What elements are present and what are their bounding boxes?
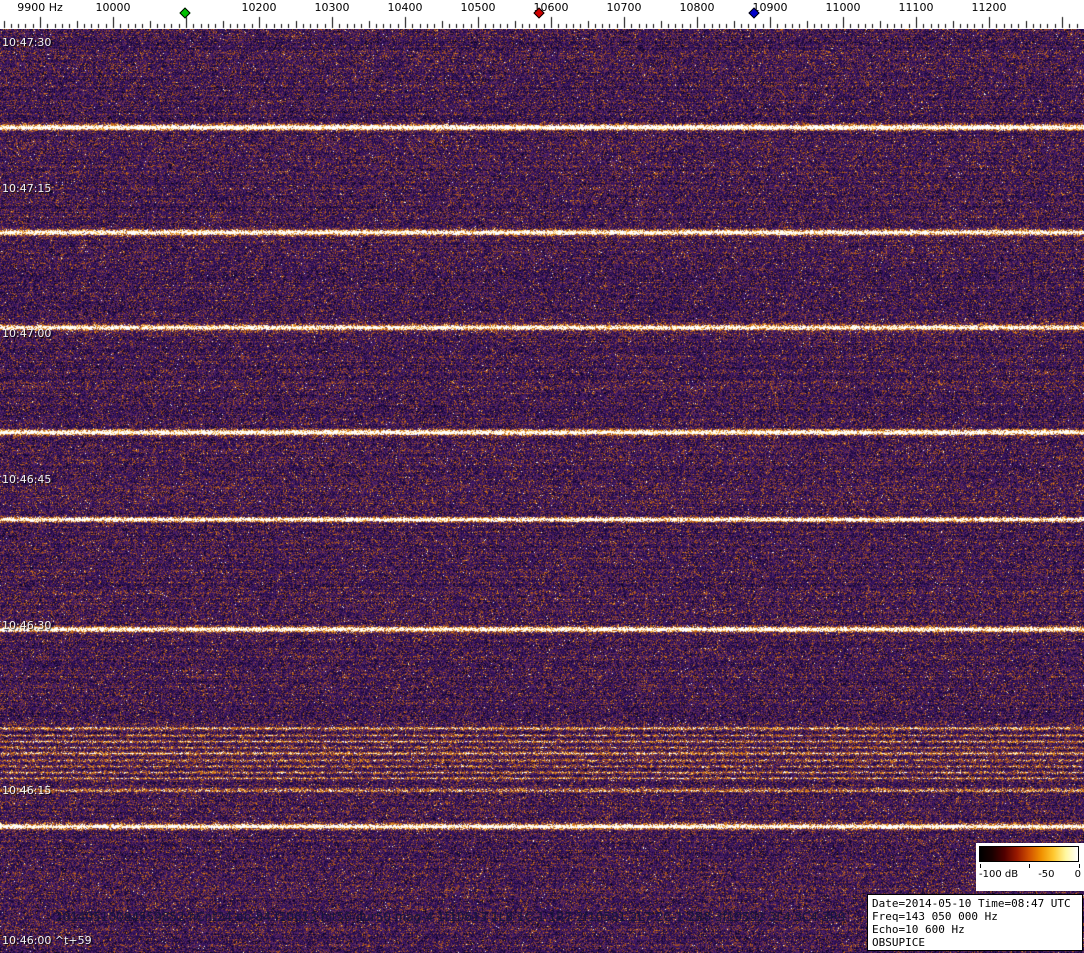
legend-tick [1029, 864, 1030, 868]
freq-tick-label: 10000 [95, 1, 131, 14]
info-frequency: Freq=143 050 000 Hz [872, 910, 998, 923]
spectrogram-waterfall[interactable] [0, 29, 1084, 953]
legend-label-row: -100 dB -50 0 [976, 869, 1084, 880]
freq-tick-label: 10800 [679, 1, 715, 14]
db-color-scale: -100 dB -50 0 [976, 843, 1084, 891]
info-date-time: Date=2014-05-10 Time=08:47 UTC [872, 897, 1071, 910]
freq-tick-label: 9900 Hz [17, 1, 63, 14]
legend-label-max: 0 [1074, 869, 1081, 880]
info-echo-freq: Echo=10 600 Hz [872, 923, 965, 936]
freq-tick-label: 10500 [460, 1, 496, 14]
spectrogram-app-window: 9900 Hz 10000 10200 10300 10400 10500 10600 107… [0, 0, 1084, 953]
freq-tick-label: 11200 [971, 1, 1007, 14]
freq-tick-label: 10300 [314, 1, 350, 14]
info-station-name: OBSUPICE [872, 936, 925, 949]
legend-tick [1079, 864, 1080, 868]
legend-label-min: -100 dB [979, 869, 1019, 880]
freq-tick-label: 10400 [387, 1, 423, 14]
legend-tick [980, 864, 981, 868]
freq-tick-label: 11000 [825, 1, 861, 14]
detection-status-line: 20140510084559852 hCnt24 nb-84 f10613 hi… [55, 910, 846, 924]
observation-info-box: Date=2014-05-10 Time=08:47 UTC Freq=143 … [867, 894, 1083, 951]
freq-tick-label: 10200 [241, 1, 277, 14]
freq-tick-label: 10700 [606, 1, 642, 14]
color-gradient-bar [979, 846, 1079, 862]
freq-tick-label: 11100 [898, 1, 934, 14]
frequency-ruler[interactable]: 9900 Hz 10000 10200 10300 10400 10500 10600 107… [0, 0, 1084, 29]
legend-label-mid: -50 [1038, 869, 1055, 880]
